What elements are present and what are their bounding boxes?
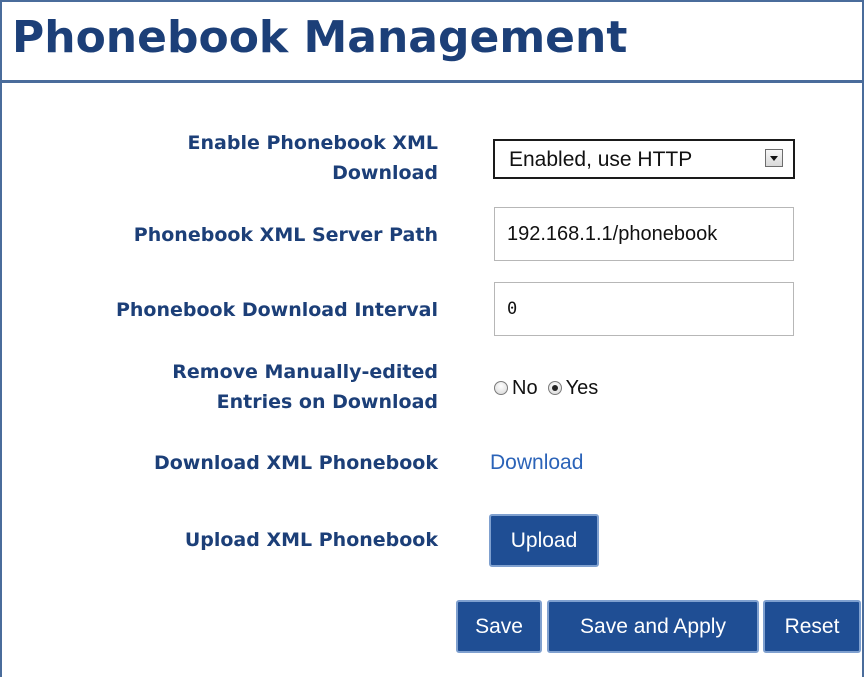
remove-manual-label-line2: Entries on Download bbox=[216, 391, 438, 413]
page-frame bbox=[0, 0, 864, 677]
save-and-apply-button[interactable]: Save and Apply bbox=[547, 600, 759, 653]
upload-button[interactable]: Upload bbox=[489, 514, 599, 567]
remove-manual-label: Remove Manually-edited Entries on Downlo… bbox=[172, 357, 438, 417]
upload-xml-label: Upload XML Phonebook bbox=[184, 529, 438, 551]
enable-download-select-value: Enabled, use HTTP bbox=[509, 148, 693, 171]
download-interval-label: Phonebook Download Interval bbox=[115, 299, 438, 321]
radio-yes-label: Yes bbox=[565, 376, 599, 399]
download-xml-label: Download XML Phonebook bbox=[153, 452, 438, 474]
download-interval-input[interactable] bbox=[494, 282, 794, 336]
remove-manual-label-line1: Remove Manually-edited bbox=[172, 361, 438, 383]
save-button[interactable]: Save bbox=[456, 600, 542, 653]
radio-yes[interactable] bbox=[547, 381, 562, 395]
enable-download-label-line1: Enable Phonebook XML bbox=[187, 132, 438, 154]
server-path-label: Phonebook XML Server Path bbox=[133, 224, 438, 246]
remove-manual-radio-group: No Yes bbox=[494, 375, 608, 401]
chevron-down-icon[interactable] bbox=[765, 149, 783, 167]
download-link[interactable]: Download bbox=[490, 451, 583, 475]
server-path-input[interactable] bbox=[494, 207, 794, 261]
radio-no-label: No bbox=[512, 376, 538, 399]
radio-no[interactable] bbox=[494, 381, 508, 395]
enable-download-label-line2: Download bbox=[332, 162, 438, 184]
enable-download-label: Enable Phonebook XML Download bbox=[188, 128, 438, 188]
reset-button[interactable]: Reset bbox=[763, 600, 861, 653]
enable-download-select[interactable]: Enabled, use HTTP bbox=[493, 139, 795, 179]
page-title: Phonebook Management bbox=[12, 12, 628, 63]
title-divider bbox=[0, 80, 864, 83]
